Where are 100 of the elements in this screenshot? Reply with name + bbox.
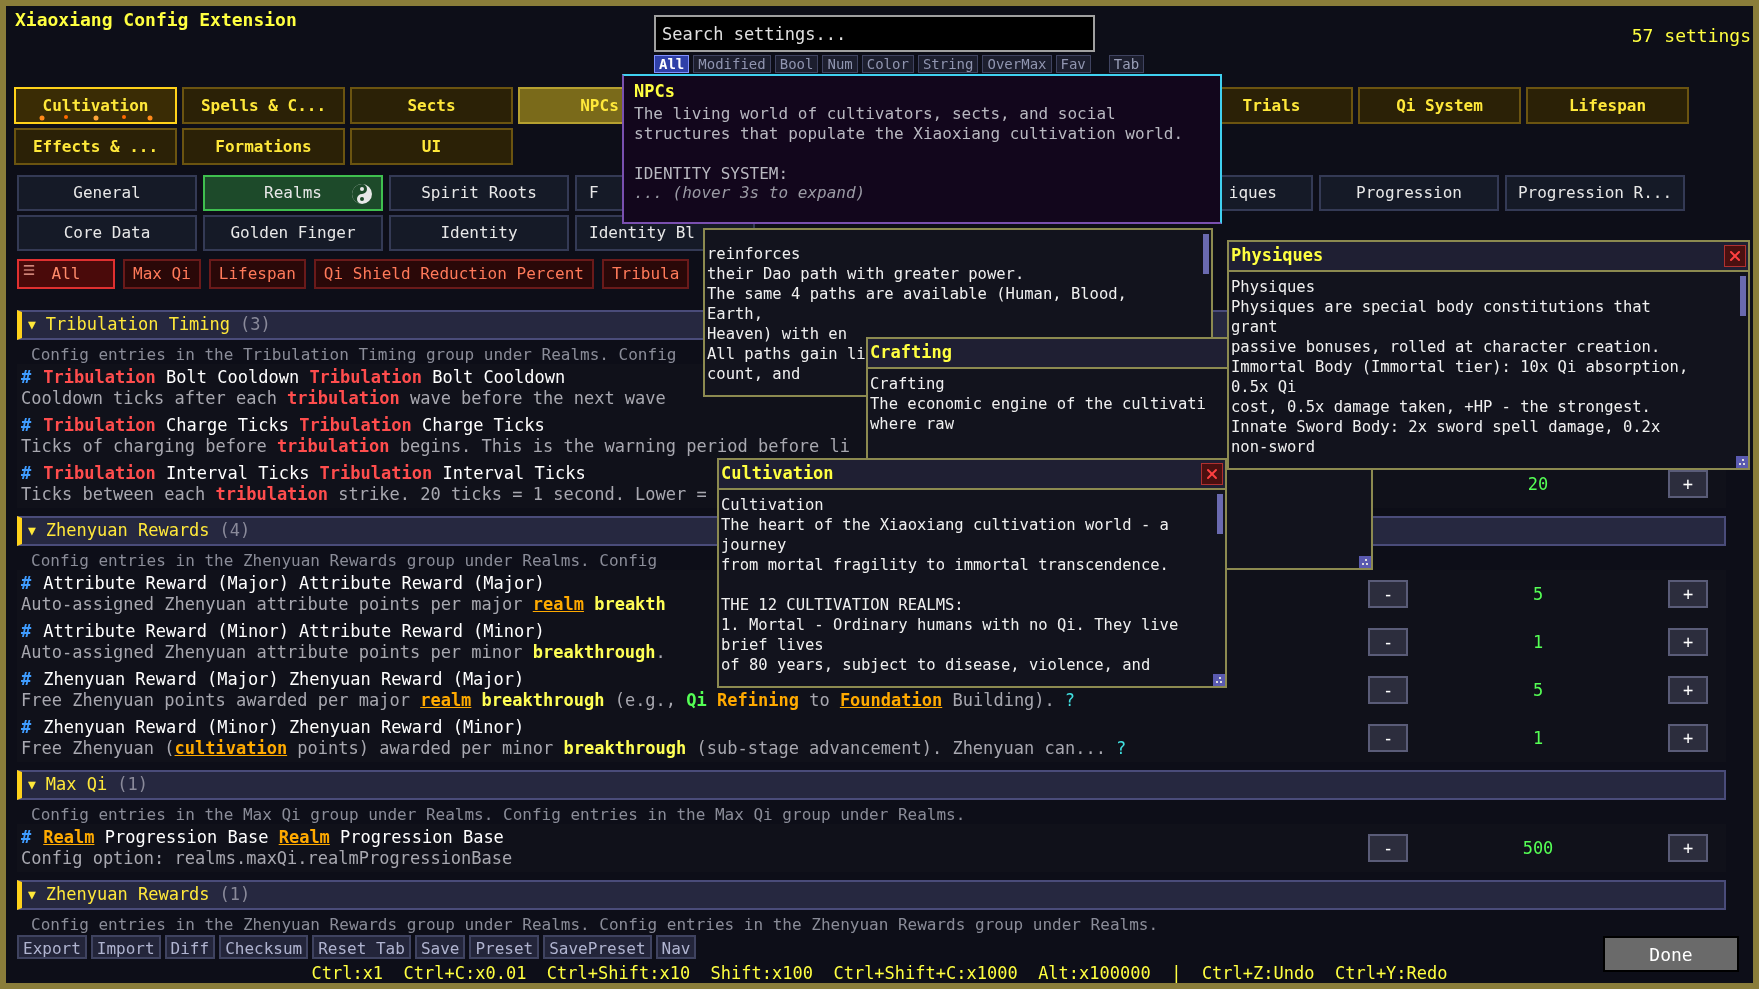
entry-title: Realm Progression Base Realm Progression Base bbox=[43, 827, 504, 848]
sub-tab[interactable]: Golden Finger bbox=[203, 215, 383, 251]
filter-chip[interactable]: Tab bbox=[1108, 55, 1145, 73]
expand-arrow: ▼ bbox=[28, 886, 36, 905]
setting-value: 5 bbox=[1532, 585, 1544, 603]
sub-tab[interactable]: Realms bbox=[203, 175, 383, 211]
dialog-text-line: The economic engine of the cultivati bbox=[870, 395, 1206, 413]
setting-value: 5 bbox=[1532, 681, 1544, 699]
footer-button[interactable]: Reset Tab bbox=[312, 935, 411, 959]
filter-chip[interactable]: Bool bbox=[774, 55, 819, 73]
footer-button[interactable]: Import bbox=[90, 935, 161, 959]
search-field[interactable]: Search settings... bbox=[654, 15, 1095, 52]
tooltip-text-line: IDENTITY SYSTEM: bbox=[634, 164, 789, 183]
filter-chip[interactable]: Color bbox=[861, 55, 914, 73]
increase-button[interactable]: + bbox=[1668, 628, 1708, 656]
entry-title: Zhenyuan Reward (Major) Zhenyuan Reward (Major) bbox=[43, 669, 525, 690]
decrease-button[interactable]: - bbox=[1368, 628, 1408, 656]
footer-button[interactable]: SavePreset bbox=[543, 935, 652, 959]
group-header[interactable]: ▼ Max Qi (1) bbox=[17, 770, 1726, 800]
expand-arrow: ▼ bbox=[28, 522, 36, 541]
entry-marker: # bbox=[21, 669, 32, 690]
entry-description: Ticks of charging before tribulation begins. This is the warning period before li bbox=[21, 436, 851, 457]
setting-value: 500 bbox=[1522, 839, 1554, 857]
category-tab[interactable]: Spells & C... bbox=[182, 87, 345, 124]
group-name: Max Qi bbox=[45, 773, 108, 797]
help-icon[interactable]: ? bbox=[1115, 738, 1127, 759]
decrease-button[interactable]: - bbox=[1368, 834, 1408, 862]
filter-chip[interactable]: OverMax bbox=[982, 55, 1052, 73]
decrease-button[interactable]: - bbox=[1368, 580, 1408, 608]
footer-button[interactable]: Save bbox=[414, 935, 466, 959]
dialog-text-line: brief lives bbox=[721, 636, 824, 654]
group-count: (4) bbox=[219, 519, 251, 543]
dialog-text-line: All paths gain li bbox=[707, 345, 866, 363]
window-title: Xiaoxiang Config Extension bbox=[15, 9, 297, 30]
footer-button[interactable]: Preset bbox=[469, 935, 540, 959]
sub-tab[interactable]: Core Data bbox=[17, 215, 197, 251]
increase-button[interactable]: + bbox=[1668, 724, 1708, 752]
group-description: Config entries in the Tribulation Timing group under Realms. Config bbox=[31, 345, 677, 364]
setting-value: 1 bbox=[1532, 729, 1544, 747]
group-filter[interactable]: Max Qi bbox=[123, 259, 201, 289]
entry-title: Tribulation Bolt Cooldown Tribulation Bolt Cooldown bbox=[43, 367, 566, 388]
filter-chip[interactable]: String bbox=[917, 55, 979, 73]
group-header[interactable]: ▼ Zhenyuan Rewards (1) bbox=[17, 880, 1726, 910]
sub-tab[interactable]: Progression bbox=[1319, 175, 1499, 211]
increase-button[interactable]: + bbox=[1668, 834, 1708, 862]
footer-button[interactable]: Checksum bbox=[219, 935, 309, 959]
dialog-text-line: non-sword bbox=[1231, 438, 1315, 456]
dialog-text-line: their Dao path with greater power. bbox=[707, 265, 1025, 283]
menu-icon bbox=[22, 263, 36, 277]
close-button[interactable] bbox=[1201, 463, 1223, 485]
sub-tab[interactable]: Progression R... bbox=[1505, 175, 1685, 211]
group-filter[interactable]: Qi Shield Reduction Percent bbox=[313, 259, 594, 289]
sub-tab[interactable]: General bbox=[17, 175, 197, 211]
dialog-title: Cultivation bbox=[721, 462, 834, 486]
close-button[interactable] bbox=[1724, 245, 1746, 267]
category-tab[interactable]: Sects bbox=[350, 87, 513, 124]
increase-button[interactable]: + bbox=[1668, 580, 1708, 608]
entry-title: Tribulation Charge Ticks Tribulation Charge Ticks bbox=[43, 415, 545, 436]
group-description: Config entries in the Max Qi group under Realms. Config entries in the Max Qi group under Realms. bbox=[31, 805, 966, 824]
entry-description: Cooldown ticks after each tribulation wave before the next wave bbox=[21, 388, 666, 409]
dialog-text-line: THE 12 CULTIVATION REALMS: bbox=[721, 596, 964, 614]
done-button[interactable]: Done bbox=[1603, 936, 1739, 972]
dialog-text-line: of 80 years, subject to disease, violence, and bbox=[721, 656, 1151, 674]
dialog-text-line: cost, 0.5x damage taken, +HP - the strongest. bbox=[1231, 398, 1651, 416]
category-tab[interactable]: UI bbox=[350, 128, 513, 165]
dialog-title: Physiques bbox=[1231, 244, 1324, 268]
group-name: Zhenyuan Rewards bbox=[45, 519, 210, 543]
group-filter[interactable]: Tribula bbox=[601, 259, 690, 289]
shortcut-hints: Ctrl:x1 Ctrl+C:x0.01 Ctrl+Shift:x10 Shift:x100 Ctrl+Shift+C:x1000 Alt:x100000 | Ctrl+Z:Undo Ctrl+Y:Redo bbox=[311, 962, 1448, 983]
category-tab[interactable]: Qi System bbox=[1358, 87, 1521, 124]
group-filter[interactable]: All bbox=[17, 259, 115, 289]
close-icon bbox=[1727, 248, 1743, 264]
sub-tab[interactable]: Identity bbox=[389, 215, 569, 251]
dialog-text-line: Physiques are special body constitutions that bbox=[1231, 298, 1651, 316]
category-tab[interactable]: Effects & ... bbox=[14, 128, 177, 165]
expand-arrow: ▼ bbox=[28, 316, 36, 335]
category-tab[interactable]: Formations bbox=[182, 128, 345, 165]
dialog-text-line: 0.5x Qi bbox=[1231, 378, 1297, 396]
group-filter[interactable]: Lifespan bbox=[208, 259, 306, 289]
help-icon[interactable]: ? bbox=[1064, 690, 1076, 711]
footer-button[interactable]: Nav bbox=[655, 935, 697, 959]
dialog-text-line: Physiques bbox=[1231, 278, 1315, 296]
decrease-button[interactable]: - bbox=[1368, 724, 1408, 752]
increase-button[interactable]: + bbox=[1668, 470, 1708, 498]
entry-marker: # bbox=[21, 463, 32, 484]
filter-chip[interactable]: All bbox=[654, 55, 690, 73]
filter-chip[interactable]: Modified bbox=[693, 55, 771, 73]
decrease-button[interactable]: - bbox=[1368, 676, 1408, 704]
resize-grip-icon bbox=[1213, 674, 1225, 686]
tooltip-text-line: structures that populate the Xiaoxiang cultivation world. bbox=[634, 124, 1184, 143]
filter-chip[interactable]: Num bbox=[822, 55, 858, 73]
filter-chip[interactable]: Fav bbox=[1055, 55, 1091, 73]
sub-tab[interactable]: Spirit Roots bbox=[389, 175, 569, 211]
footer-button[interactable]: Export bbox=[17, 935, 87, 959]
dialog-text-line: where raw bbox=[870, 415, 954, 433]
footer-button[interactable]: Diff bbox=[164, 935, 216, 959]
category-tab[interactable]: Lifespan bbox=[1526, 87, 1689, 124]
increase-button[interactable]: + bbox=[1668, 676, 1708, 704]
dialog-text-line: grant bbox=[1231, 318, 1278, 336]
category-tab[interactable]: Cultivation bbox=[14, 87, 177, 124]
